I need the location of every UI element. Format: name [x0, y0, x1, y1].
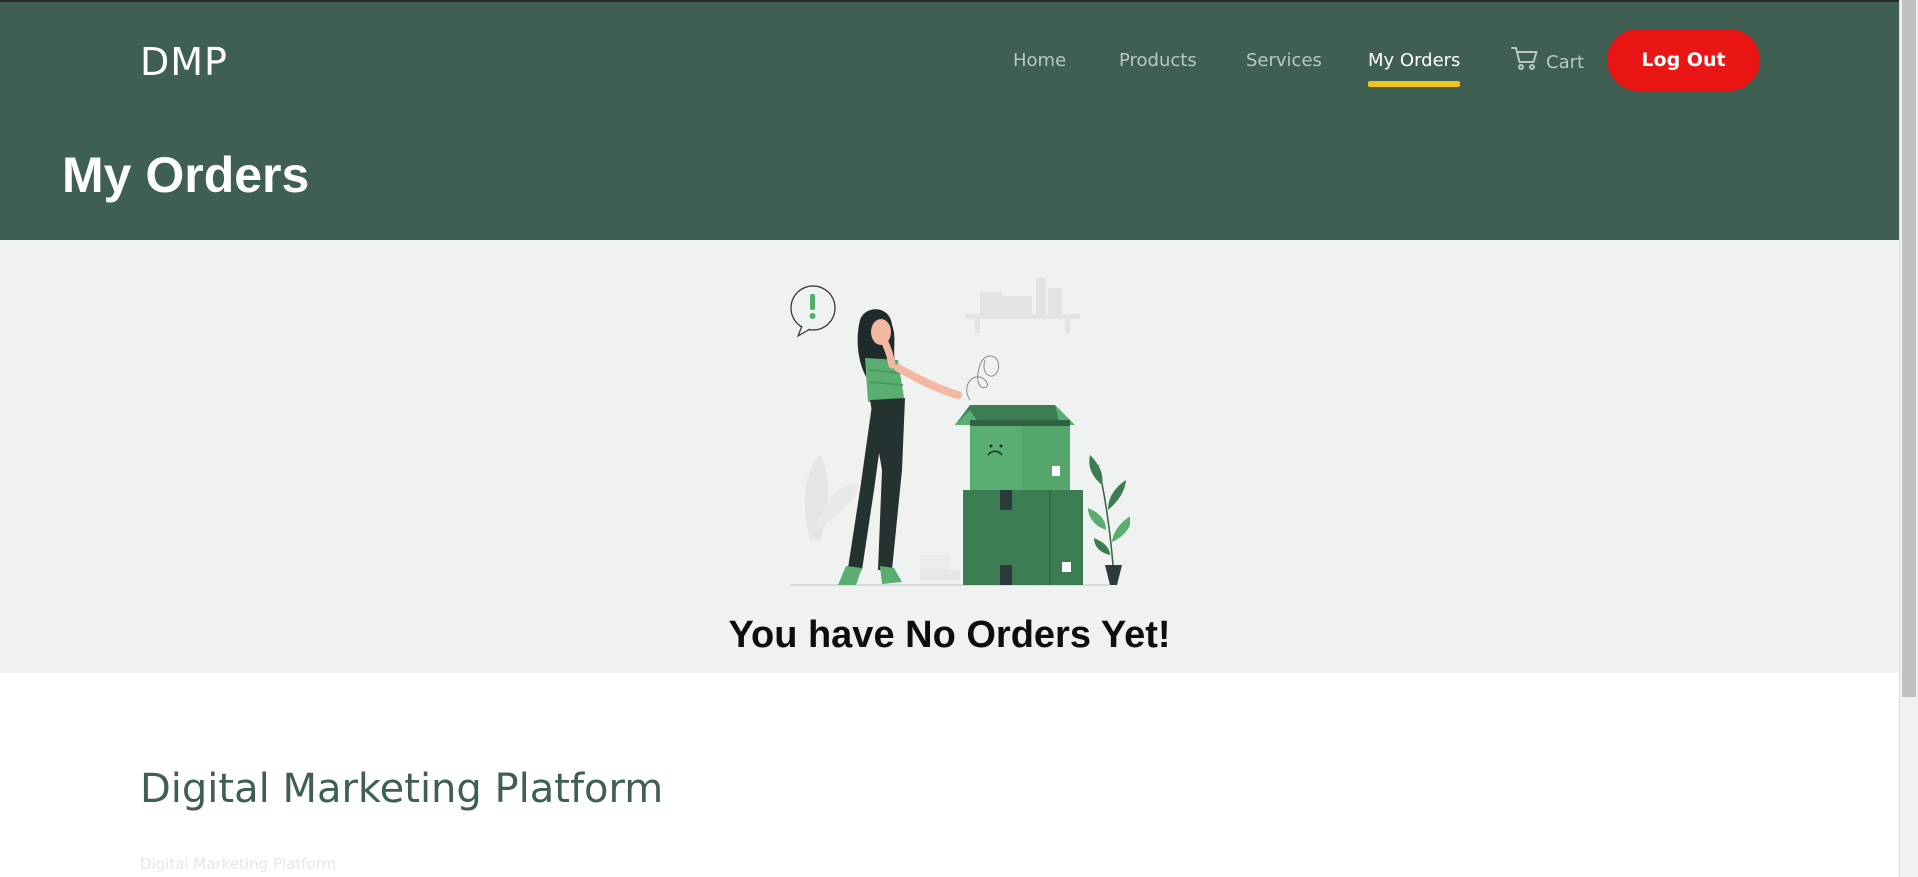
- empty-orders-message: You have No Orders Yet!: [728, 614, 1171, 656]
- nav-products[interactable]: Products: [1119, 50, 1197, 71]
- site-header: DMP Home Products Services My Orders Car…: [0, 0, 1899, 240]
- page-title: My Orders: [62, 147, 310, 203]
- nav-cart[interactable]: Cart: [1510, 47, 1584, 78]
- nav-home[interactable]: Home: [1013, 50, 1066, 71]
- empty-box-illustration: [790, 278, 1130, 586]
- page-scrollbar[interactable]: [1899, 0, 1918, 877]
- brand-logo[interactable]: DMP: [140, 40, 228, 84]
- cart-icon: [1510, 47, 1540, 78]
- cart-label: Cart: [1546, 52, 1585, 73]
- logout-button[interactable]: Log Out: [1607, 29, 1760, 91]
- active-underline: [1368, 81, 1461, 87]
- footer-title: Digital Marketing Platform: [140, 766, 664, 812]
- scrollbar-thumb[interactable]: [1902, 0, 1916, 697]
- nav-services[interactable]: Services: [1246, 50, 1322, 71]
- nav-my-orders[interactable]: My Orders: [1368, 50, 1461, 87]
- footer-subtitle: Digital Marketing Platform: [140, 855, 337, 873]
- empty-orders-section: You have No Orders Yet!: [0, 240, 1899, 673]
- nav-my-orders-label: My Orders: [1368, 50, 1461, 71]
